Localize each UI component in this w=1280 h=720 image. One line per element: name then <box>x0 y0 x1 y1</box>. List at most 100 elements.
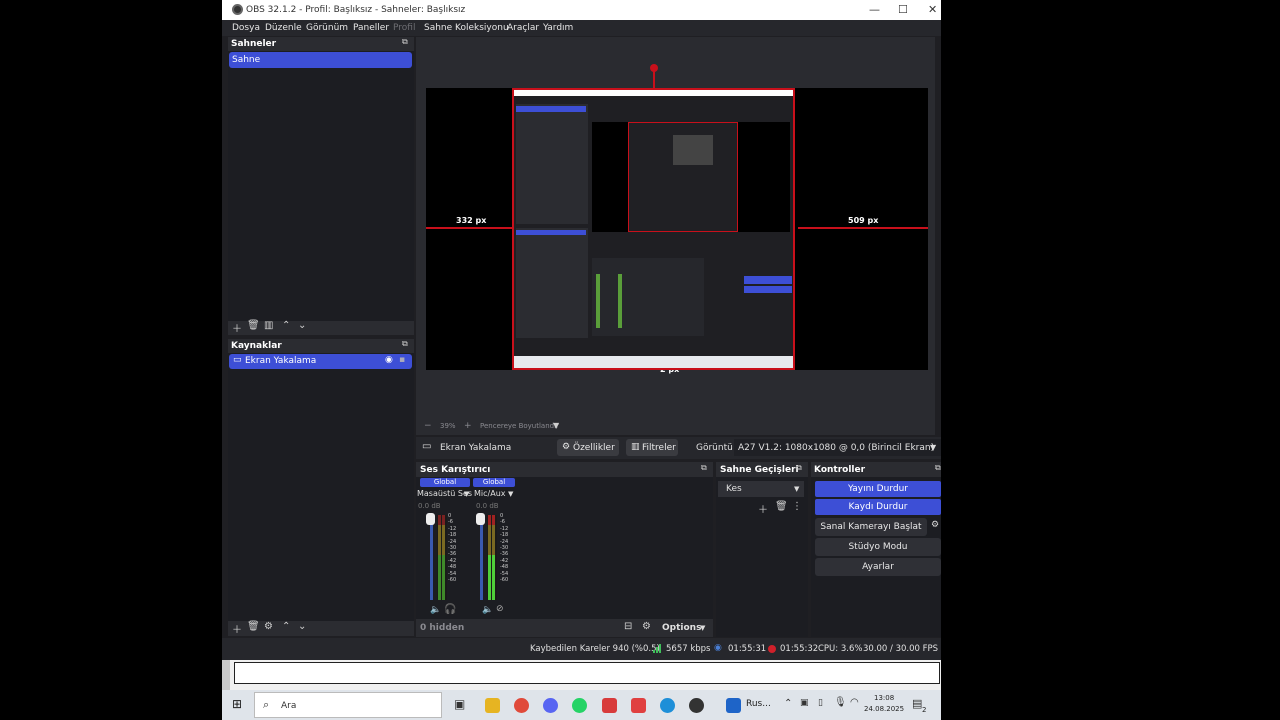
float-icon[interactable]: ⧉ <box>935 463 941 473</box>
monitor-icon: ▭ <box>422 441 432 452</box>
down-icon[interactable]: ⌄ <box>298 320 306 331</box>
menu-gorunum[interactable]: Görünüm <box>306 23 348 33</box>
nested-scene-sel <box>516 106 586 112</box>
volume-slider-handle[interactable] <box>426 513 435 525</box>
edge-icon[interactable] <box>660 698 675 713</box>
channel-name[interactable]: Mic/Aux <box>474 489 506 498</box>
start-virtual-camera-button[interactable]: Sanal Kamerayı Başlat <box>815 518 927 536</box>
volume-slider-track[interactable] <box>480 515 483 600</box>
minimize-button[interactable]: — <box>869 3 880 16</box>
display-select[interactable]: A27 V1.2: 1080x1080 @ 0,0 (Birincil Ekra… <box>734 439 941 456</box>
trash-icon[interactable]: 🗑 <box>247 621 260 632</box>
layout-icon[interactable]: ⊟ <box>624 621 632 632</box>
speaker-icon[interactable]: 🔈 <box>482 605 493 615</box>
gear-icon[interactable]: ⚙ <box>931 520 939 530</box>
app-icon-red[interactable] <box>602 698 617 713</box>
chrome-icon[interactable] <box>514 698 529 713</box>
tray-icon[interactable]: ▣ <box>800 698 809 708</box>
obs-taskbar-icon[interactable] <box>689 698 704 713</box>
discord-icon[interactable] <box>543 698 558 713</box>
preview-area[interactable]: 332 px 509 px 2 px <box>416 37 935 419</box>
task-view-icon[interactable]: ▣ <box>454 697 465 711</box>
add-icon[interactable]: ＋ <box>232 621 242 636</box>
add-icon[interactable]: ＋ <box>758 501 768 516</box>
add-icon[interactable]: ＋ <box>232 320 242 335</box>
clock-date[interactable]: 24.08.2025 <box>864 705 904 713</box>
zoom-out-icon[interactable]: − <box>424 421 432 431</box>
stop-recording-button[interactable]: Kaydı Durdur <box>815 499 941 515</box>
filter-icon: ▥ <box>631 442 640 452</box>
menu-paneller[interactable]: Paneller <box>353 23 389 33</box>
float-icon[interactable]: ⧉ <box>402 339 408 349</box>
settings-button[interactable]: Ayarlar <box>815 558 941 576</box>
app-icon-blue[interactable] <box>726 698 741 713</box>
volume-slider-track[interactable] <box>430 515 433 600</box>
scale-tick: -36 <box>500 551 509 558</box>
menu-duzenle[interactable]: Düzenle <box>265 23 302 33</box>
notification-icon[interactable]: ▤ <box>912 697 922 710</box>
float-icon[interactable]: ⧉ <box>402 37 408 47</box>
headphones-muted-icon[interactable]: ⊘ <box>496 604 504 614</box>
gear-icon[interactable]: ⚙ <box>642 621 651 632</box>
more-icon[interactable]: ⋮ <box>792 501 802 512</box>
whatsapp-icon[interactable] <box>572 698 587 713</box>
chevron-down-icon[interactable]: ▼ <box>508 490 513 498</box>
chevron-up-icon[interactable]: ⌃ <box>784 698 792 709</box>
eye-icon[interactable]: ◉ <box>385 355 393 365</box>
nested-preview <box>592 122 790 232</box>
chevron-down-icon[interactable]: ▼ <box>700 624 705 632</box>
down-icon[interactable]: ⌄ <box>298 621 306 632</box>
menu-yardim[interactable]: Yardım <box>543 23 573 33</box>
menu-dosya[interactable]: Dosya <box>232 23 260 33</box>
windows-start-icon[interactable]: ⊞ <box>232 697 242 711</box>
headphones-icon[interactable]: 🎧 <box>444 604 456 615</box>
wifi-icon[interactable]: ◠ <box>850 697 859 708</box>
gear-icon[interactable]: ⚙ <box>264 621 273 632</box>
scene-item-label: Sahne <box>232 55 261 65</box>
file-explorer-icon[interactable] <box>485 698 500 713</box>
speaker-icon[interactable]: 🔈 <box>430 605 441 615</box>
taskbar-app-label[interactable]: Rus... <box>746 699 771 709</box>
trash-icon[interactable]: 🗑 <box>247 320 260 331</box>
taskbar-search[interactable]: ⌕ Ara <box>254 692 442 718</box>
app-icon-pocket[interactable] <box>631 698 646 713</box>
maximize-button[interactable]: ☐ <box>898 3 908 16</box>
nested-preview-inner <box>628 122 738 232</box>
meter-red <box>488 515 491 525</box>
lock-icon[interactable]: ▪ <box>399 355 405 365</box>
float-icon[interactable]: ⧉ <box>701 463 707 473</box>
close-button[interactable]: ✕ <box>928 3 937 16</box>
studio-mode-button[interactable]: Stüdyo Modu <box>815 538 941 556</box>
chevron-down-icon[interactable]: ▼ <box>553 421 559 430</box>
properties-button[interactable]: ⚙ Özellikler <box>557 439 619 456</box>
up-icon[interactable]: ⌃ <box>282 320 290 331</box>
battery-icon[interactable]: ▯ <box>818 698 823 708</box>
up-icon[interactable]: ⌃ <box>282 621 290 632</box>
menu-sahne-koleksiyonu[interactable]: Sahne Koleksiyonu <box>424 23 509 33</box>
microphone-icon[interactable]: 🎙 <box>834 697 847 708</box>
menu-araclar[interactable]: Araçlar <box>507 23 539 33</box>
fit-label[interactable]: Pencereye Boyutlandır <box>480 422 559 430</box>
trash-icon[interactable]: 🗑 <box>775 501 788 512</box>
menu-profil[interactable]: Profil <box>393 23 415 33</box>
source-item[interactable]: ▭ Ekran Yakalama ◉ ▪ <box>229 354 412 369</box>
float-icon[interactable]: ⧉ <box>796 463 802 473</box>
chevron-down-icon[interactable]: ▼ <box>464 490 469 498</box>
meter-scale: 0 -6 -12 -18 -24 -30 -36 -42 -48 -54 -60 <box>500 513 508 583</box>
stop-streaming-button[interactable]: Yayını Durdur <box>815 481 941 497</box>
transition-select[interactable]: Kes ▼ <box>718 481 804 497</box>
scene-item[interactable]: Sahne <box>229 52 412 68</box>
rotate-handle[interactable] <box>650 64 658 72</box>
controls-title: Kontroller <box>814 465 866 475</box>
nested-sources <box>516 228 588 338</box>
clock-time[interactable]: 13:08 <box>874 694 894 702</box>
filter-icon[interactable]: ▥ <box>264 320 273 331</box>
filters-button[interactable]: ▥ Filtreler <box>626 439 678 456</box>
preview-canvas[interactable]: 332 px 509 px 2 px <box>426 64 928 374</box>
controls-panel: Yayını Durdur Kaydı Durdur Sanal Kameray… <box>811 477 941 637</box>
captured-source-box[interactable] <box>512 88 795 370</box>
options-button[interactable]: Options <box>662 623 701 633</box>
scale-tick: -18 <box>500 532 509 539</box>
volume-slider-handle[interactable] <box>476 513 485 525</box>
zoom-in-icon[interactable]: + <box>464 421 472 431</box>
